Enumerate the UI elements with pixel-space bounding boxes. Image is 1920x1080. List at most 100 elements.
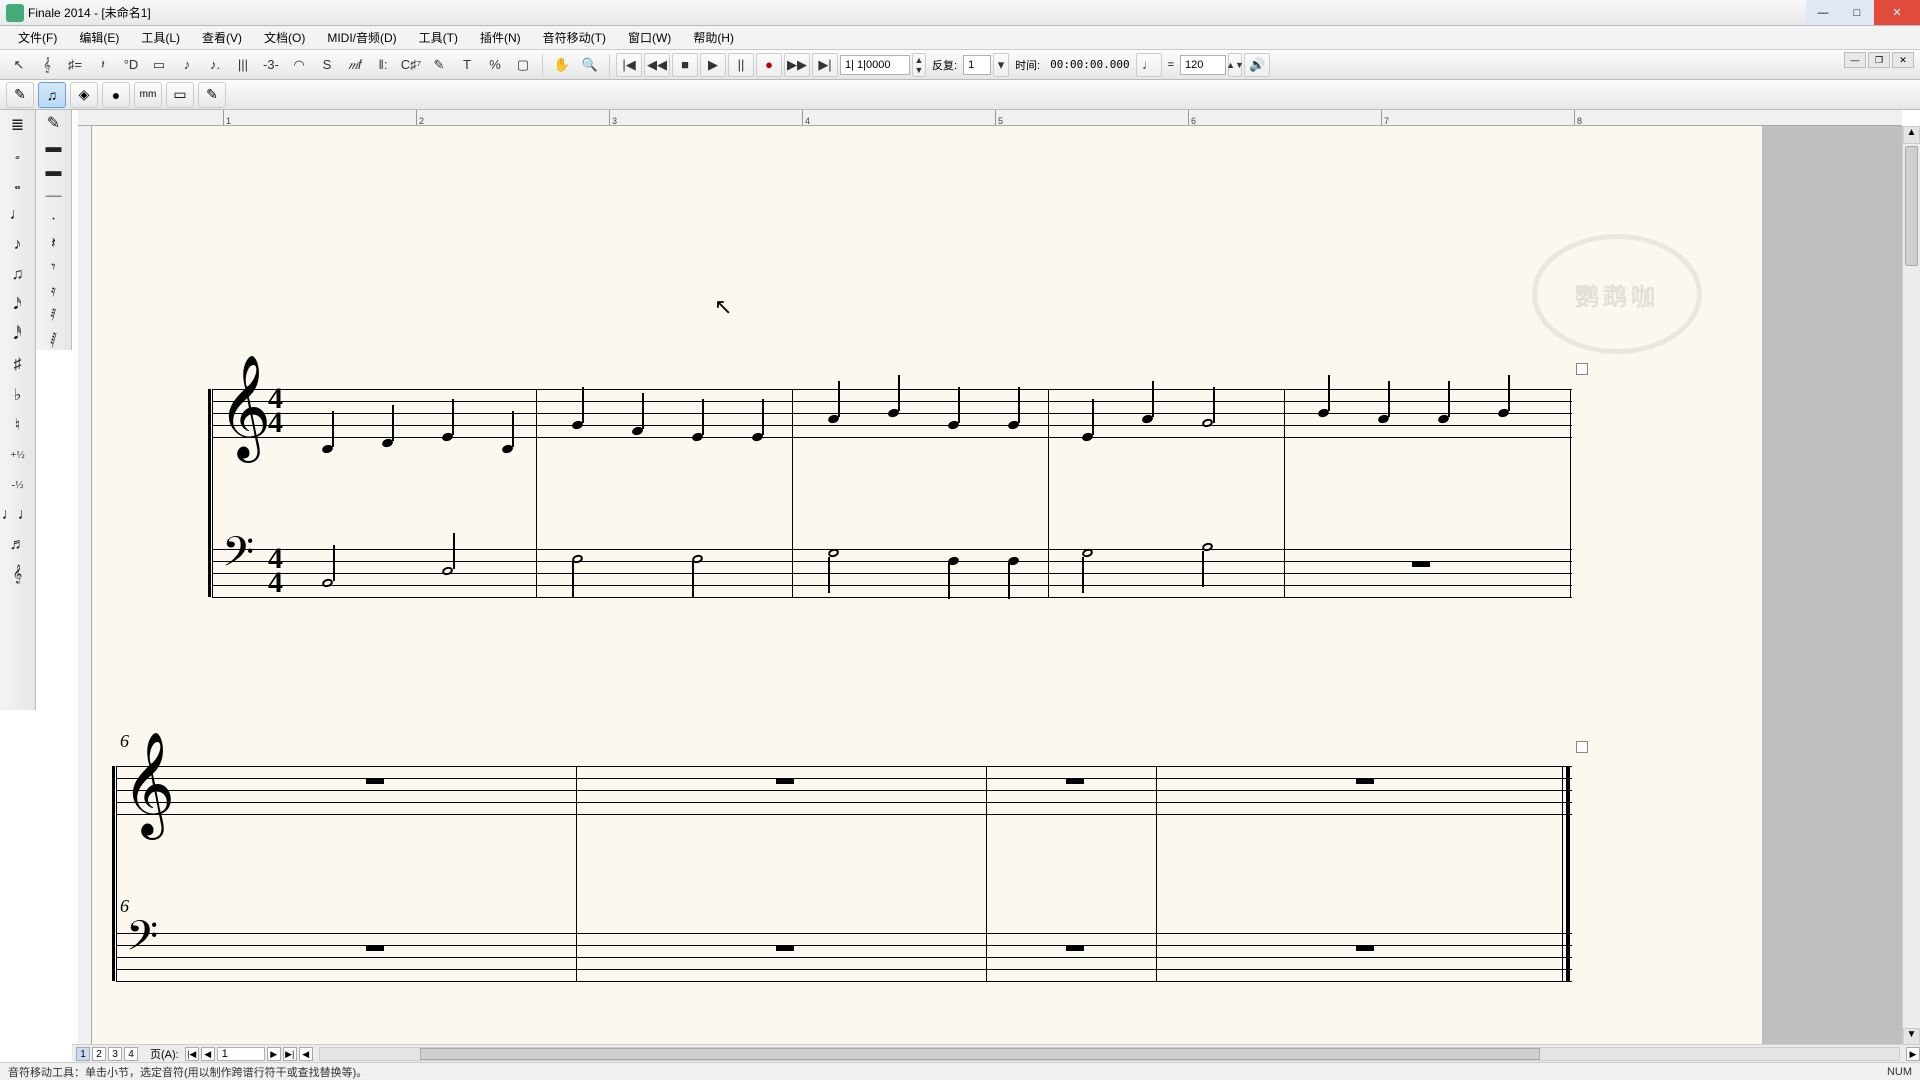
first-page-button[interactable]: |◀ (185, 1047, 199, 1061)
palette-item[interactable]: ≣ (6, 113, 30, 137)
tie-icon[interactable]: ♩♩ (6, 503, 30, 527)
tempo-note-button[interactable]: ♩ (1136, 53, 1162, 77)
scroll-up-arrow-icon[interactable]: ▲ (1903, 126, 1920, 144)
mdi-restore-button[interactable]: ❐ (1868, 52, 1890, 68)
menu-plugins[interactable]: 插件(N) (472, 26, 529, 49)
score-page[interactable]: 鹦鹉咖 ↖ 𝄞 44 (92, 126, 1762, 1046)
flat-icon[interactable]: ♭ (6, 383, 30, 407)
repeat-tool-icon[interactable]: ‖: (370, 53, 396, 77)
natural-icon[interactable]: ♮ (6, 413, 30, 437)
hscroll-right-arrow-icon[interactable]: ▶ (1906, 1047, 1920, 1061)
key-tool-icon[interactable]: ♯= (62, 53, 88, 77)
tempo-stepper[interactable]: ▲▼ (1228, 53, 1242, 77)
score-viewport[interactable]: 鹦鹉咖 ↖ 𝄞 44 (92, 126, 1902, 1046)
bass-staff-1[interactable]: 𝄢 44 (212, 549, 1572, 597)
menu-edit[interactable]: 编辑(E) (71, 26, 127, 49)
text-tool-icon[interactable]: T (454, 53, 480, 77)
ossia-tool-icon[interactable]: ◈ (70, 82, 98, 108)
eighth-note-icon[interactable]: ♪ (6, 233, 30, 257)
layout-cell[interactable]: 2 (92, 1047, 106, 1061)
expression-tool-icon[interactable]: 𝆐f (342, 53, 368, 77)
quarter-rest-icon[interactable]: 𝄽 (42, 235, 66, 253)
articulation-icon[interactable]: S (314, 53, 340, 77)
minimize-button[interactable]: — (1806, 0, 1840, 25)
pen-tool-icon[interactable]: ✎ (6, 82, 34, 108)
page-number-input[interactable] (217, 1047, 265, 1061)
treble-staff-1[interactable]: 𝄞 44 (212, 389, 1572, 437)
system-handle[interactable] (1576, 741, 1588, 753)
stop-button[interactable]: ■ (672, 53, 698, 77)
repeat-dropdown[interactable]: ▾ (993, 53, 1009, 77)
rewind-start-button[interactable]: |◀ (616, 53, 642, 77)
measure-tool-icon[interactable]: ▭ (146, 53, 172, 77)
simple-entry-icon[interactable]: ♪ (174, 53, 200, 77)
lyrics-tool-icon[interactable]: ✎ (426, 53, 452, 77)
dash-rest-icon[interactable]: — (42, 187, 66, 205)
mirror-tool-icon[interactable]: mm (134, 82, 162, 108)
dot-rest-icon[interactable]: · (42, 211, 66, 229)
menu-notemove[interactable]: 音符移动(T) (535, 26, 614, 49)
horizontal-scroll-thumb[interactable] (420, 1048, 1540, 1060)
chord-tool-icon[interactable]: C♯⁷ (398, 53, 424, 77)
half-step-up-icon[interactable]: +½ (6, 443, 30, 467)
grace-note-icon[interactable]: 𝄞 (6, 563, 30, 587)
thirtysecond-note-icon[interactable]: 𝅘𝅥𝅯 (6, 293, 30, 317)
selection-tool-icon[interactable]: ↖ (6, 53, 32, 77)
midi-tool-icon[interactable]: ● (102, 82, 130, 108)
special-tools-icon[interactable]: ✎ (198, 82, 226, 108)
treble-staff-2[interactable]: 𝄞 (116, 766, 1572, 814)
double-whole-icon[interactable]: 𝅝 (6, 173, 30, 197)
speaker-button[interactable]: 🔊 (1244, 53, 1270, 77)
menu-tools2[interactable]: 工具(T) (411, 26, 466, 49)
forward-end-button[interactable]: ▶| (812, 53, 838, 77)
layout-cell[interactable]: 1 (76, 1047, 90, 1061)
vertical-scroll-thumb[interactable] (1905, 146, 1918, 266)
tempo-input[interactable] (1180, 55, 1226, 75)
sixteenth-rest-icon[interactable]: 𝄿 (42, 283, 66, 301)
next-page-button[interactable]: ▶ (267, 1047, 281, 1061)
speedy-entry-icon[interactable]: ♪. (202, 53, 228, 77)
counter-stepper[interactable]: ▲▼ (912, 53, 926, 77)
mdi-minimize-button[interactable]: — (1844, 52, 1866, 68)
sixtyfourth-note-icon[interactable]: 𝅘𝅥𝅰 (6, 323, 30, 347)
menu-document[interactable]: 文档(O) (256, 26, 313, 49)
hand-tool-icon[interactable]: ✋ (549, 53, 575, 77)
thirtysecond-rest-icon[interactable]: 𝅀 (42, 307, 66, 325)
time-tool-icon[interactable]: 𝄽 (90, 53, 116, 77)
whole-rest-icon[interactable]: ▬ (42, 139, 66, 157)
measure-counter-input[interactable] (840, 55, 910, 75)
tuplet-tool-icon[interactable]: -3- (258, 53, 284, 77)
play-button[interactable]: ▶ (700, 53, 726, 77)
sixteenth-note-icon[interactable]: ♫ (6, 263, 30, 287)
hyperscribe-icon[interactable]: ||| (230, 53, 256, 77)
beam-icon[interactable]: ♬ (6, 533, 30, 557)
menu-help[interactable]: 帮助(H) (685, 26, 742, 49)
repeat-input[interactable] (963, 55, 991, 75)
close-button[interactable]: ✕ (1874, 0, 1920, 25)
menu-file[interactable]: 文件(F) (10, 26, 65, 49)
note-mover-tool-icon[interactable]: ♫ (38, 82, 66, 108)
smartshape-icon[interactable]: ◠ (286, 53, 312, 77)
sixtyfourth-rest-icon[interactable]: 𝅁 (42, 331, 66, 349)
pause-button[interactable]: || (728, 53, 754, 77)
zoom-tool-icon[interactable]: 🔍 (577, 53, 603, 77)
half-step-down-icon[interactable]: -½ (6, 473, 30, 497)
menu-view[interactable]: 查看(V) (194, 26, 250, 49)
record-button[interactable]: ● (756, 53, 782, 77)
resize-tool-icon[interactable]: % (482, 53, 508, 77)
maximize-button[interactable]: □ (1840, 0, 1874, 25)
fast-forward-button[interactable]: ▶▶ (784, 53, 810, 77)
menu-tools1[interactable]: 工具(L) (133, 26, 188, 49)
whole-note-icon[interactable]: 𝅗 (6, 143, 30, 167)
sharp-icon[interactable]: ♯ (6, 353, 30, 377)
menu-midi[interactable]: MIDI/音频(D) (319, 26, 404, 49)
half-rest-icon[interactable]: ▬ (42, 163, 66, 181)
mdi-close-button[interactable]: ✕ (1892, 52, 1914, 68)
clef-tool-icon[interactable]: 𝄞 (34, 53, 60, 77)
layout-cell[interactable]: 3 (108, 1047, 122, 1061)
layout-cell[interactable]: 4 (124, 1047, 138, 1061)
graphics-tool-icon[interactable]: ▭ (166, 82, 194, 108)
eighth-rest-icon[interactable]: 𝄾 (42, 259, 66, 277)
palette2-item[interactable]: ✎ (42, 113, 66, 133)
rewind-button[interactable]: ◀◀ (644, 53, 670, 77)
